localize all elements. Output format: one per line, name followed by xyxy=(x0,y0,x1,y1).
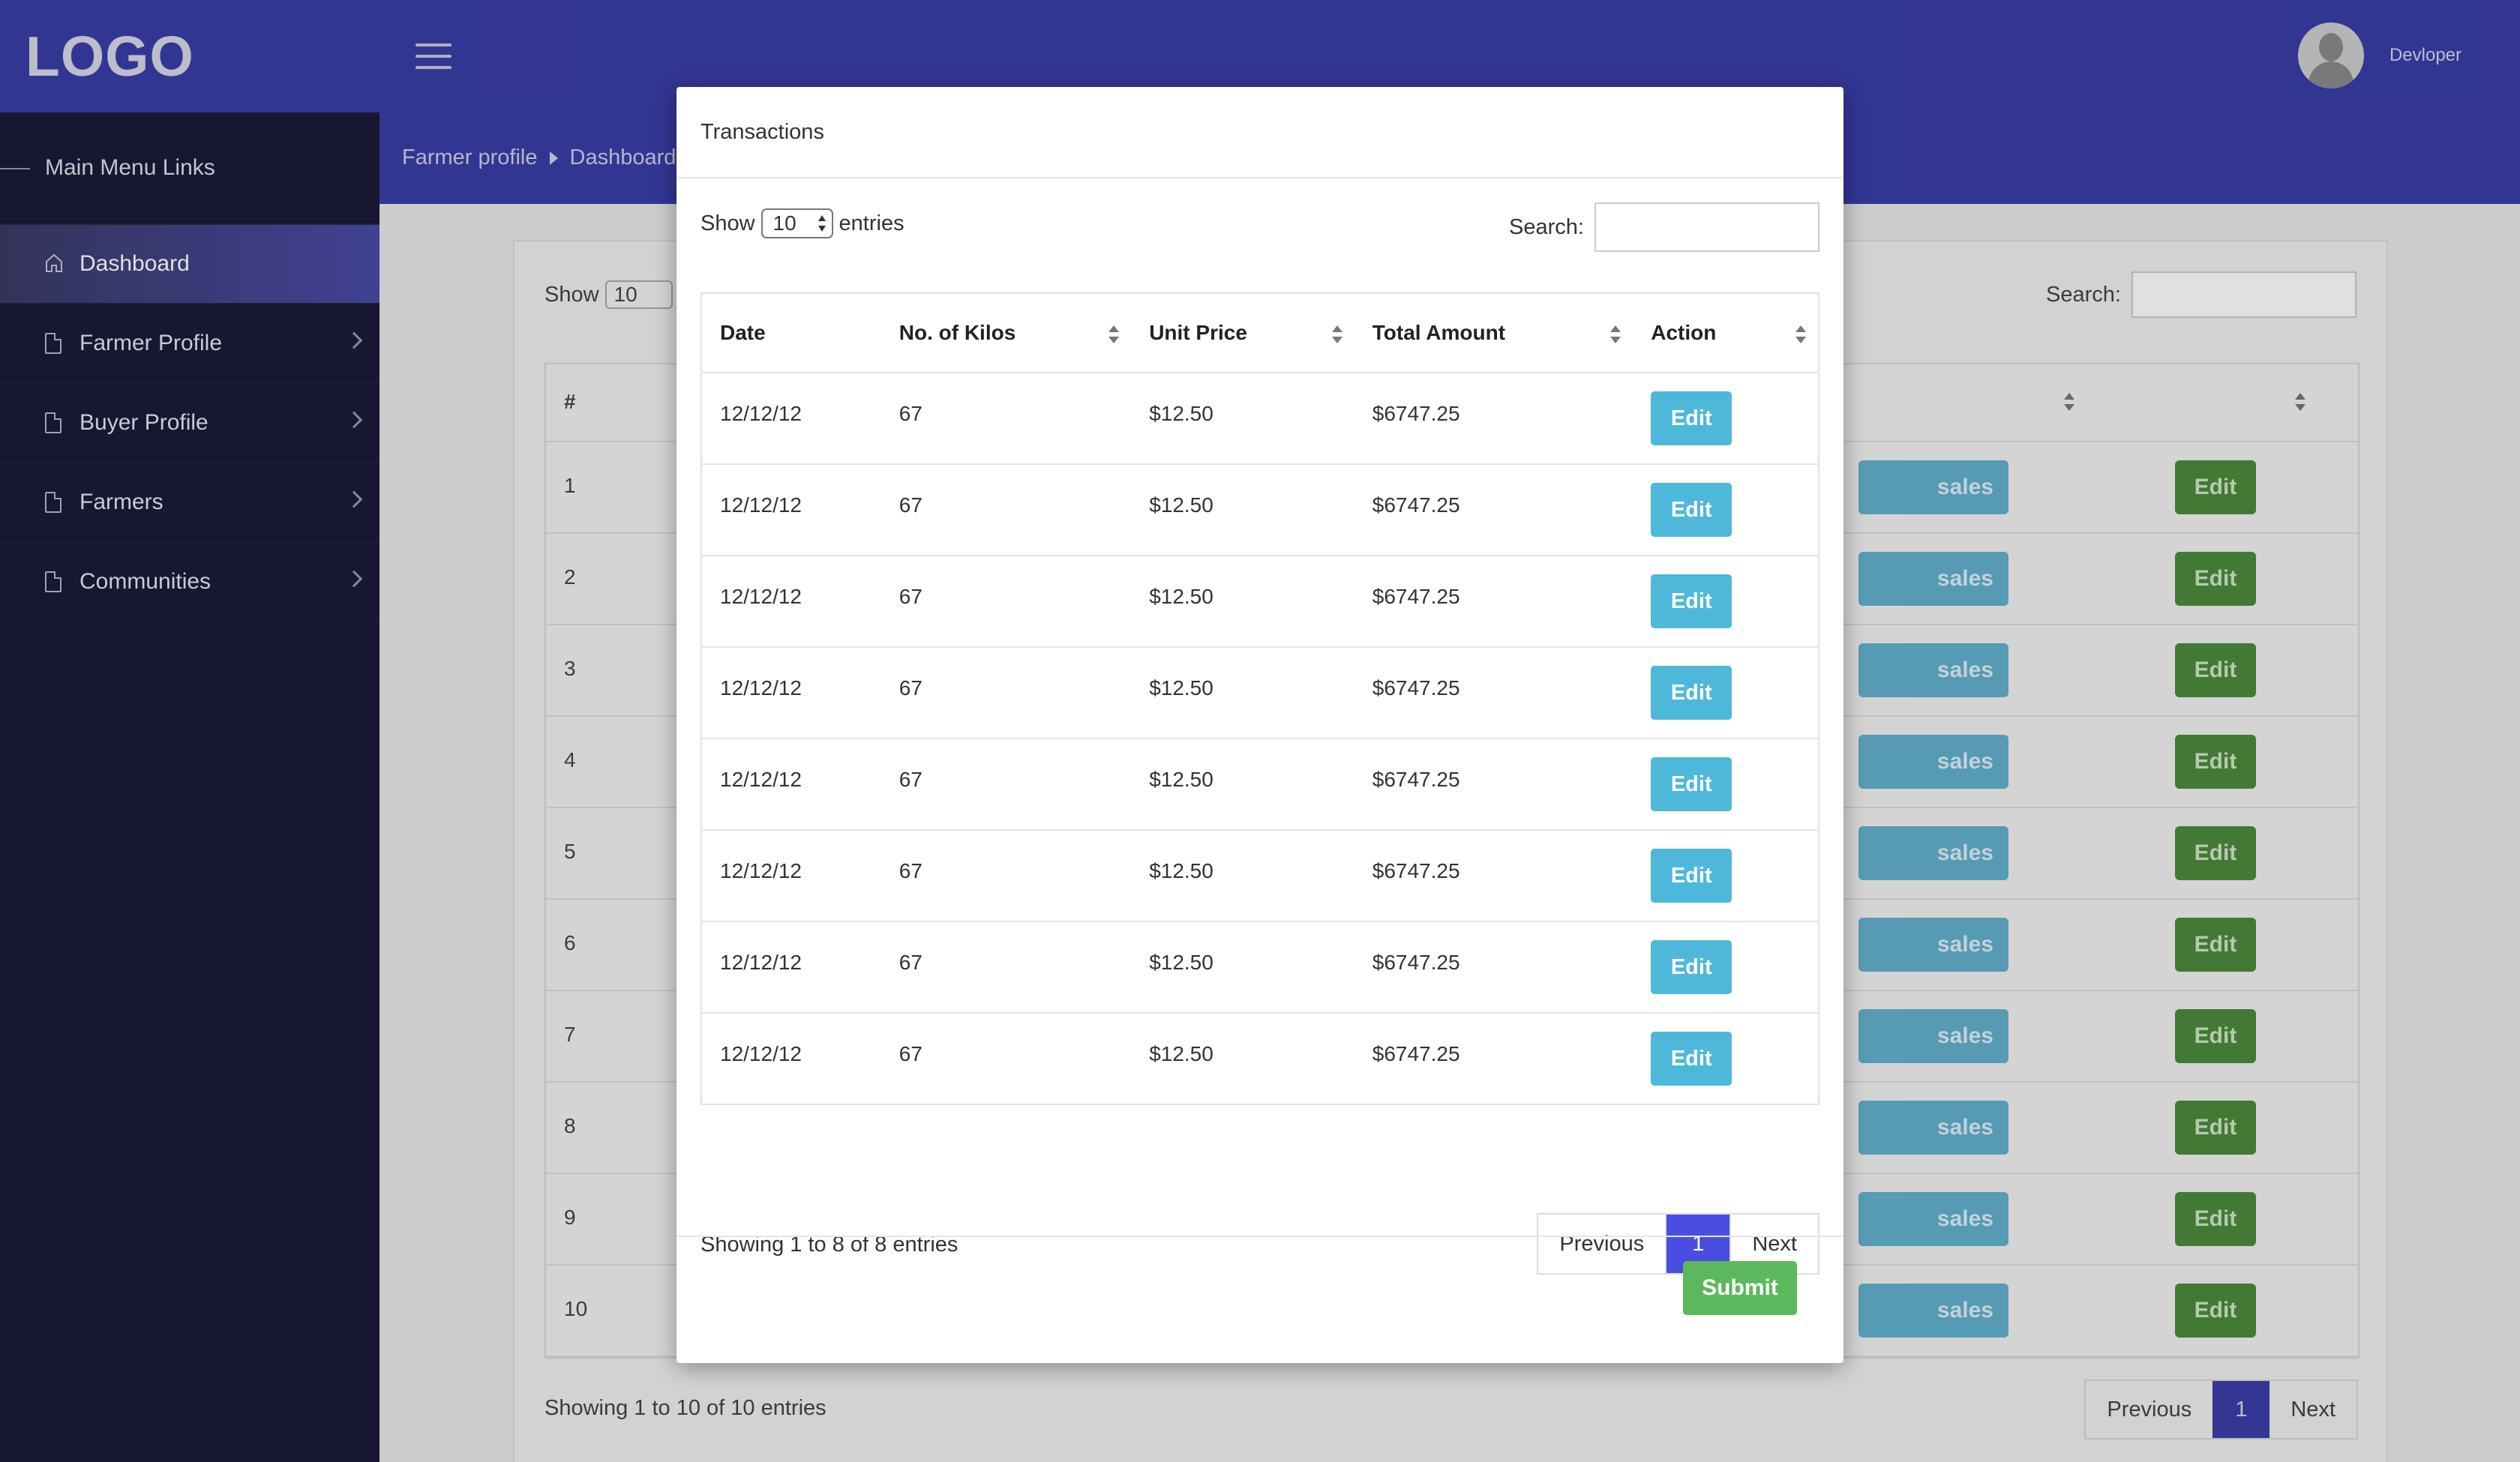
cell-action: Edit xyxy=(1633,647,1819,739)
cell-kilos: 67 xyxy=(880,647,1132,739)
table-row: 12/12/12 67 $12.50 $6747.25 Edit xyxy=(701,1013,1819,1105)
cell-action: Edit xyxy=(1633,921,1819,1014)
cell-action: Edit xyxy=(1633,464,1819,556)
table-header-row: Date No. of Kilos Unit Price Total Amount Ac… xyxy=(701,293,1819,373)
show-label: Show xyxy=(700,211,755,235)
table-row: 12/12/12 67 $12.50 $6747.25 Edit xyxy=(701,830,1819,922)
cell-unit-price: $12.50 xyxy=(1131,921,1354,1014)
cell-total: $6747.25 xyxy=(1354,556,1634,648)
column-header-date: Date xyxy=(701,293,881,373)
cell-unit-price: $12.50 xyxy=(1131,738,1354,831)
table-row: 12/12/12 67 $12.50 $6747.25 Edit xyxy=(701,738,1819,831)
table-row: 12/12/12 67 $12.50 $6747.25 Edit xyxy=(701,464,1819,556)
submit-button[interactable]: Submit xyxy=(1683,1261,1797,1315)
cell-action: Edit xyxy=(1633,556,1819,648)
cell-unit-price: $12.50 xyxy=(1131,1013,1354,1105)
cell-date: 12/12/12 xyxy=(701,921,881,1014)
transactions-table: Date No. of Kilos Unit Price Total Amount Ac… xyxy=(700,292,1820,1105)
edit-button[interactable]: Edit xyxy=(1651,757,1732,811)
column-header-action[interactable]: Action xyxy=(1633,293,1819,373)
edit-button[interactable]: Edit xyxy=(1651,1032,1732,1086)
edit-button[interactable]: Edit xyxy=(1651,940,1732,994)
sort-icon[interactable] xyxy=(1331,325,1342,343)
cell-kilos: 67 xyxy=(880,556,1132,648)
column-header-no-of-kilos[interactable]: No. of Kilos xyxy=(880,293,1132,373)
cell-total: $6747.25 xyxy=(1354,921,1634,1014)
table-controls: Show 10 entries Search: xyxy=(700,202,1820,255)
sort-icon[interactable] xyxy=(1610,325,1622,343)
table-row: 12/12/12 67 $12.50 $6747.25 Edit xyxy=(701,373,1819,465)
search-label: Search: xyxy=(1509,214,1584,239)
entries-length-select[interactable]: 10 xyxy=(760,208,833,238)
cell-date: 12/12/12 xyxy=(701,464,881,556)
cell-unit-price: $12.50 xyxy=(1131,373,1354,465)
cell-kilos: 67 xyxy=(880,921,1132,1014)
modal-title: Transactions xyxy=(700,119,824,144)
edit-button[interactable]: Edit xyxy=(1651,483,1732,537)
cell-kilos: 67 xyxy=(880,1013,1132,1105)
cell-date: 12/12/12 xyxy=(701,373,881,465)
cell-kilos: 67 xyxy=(880,464,1132,556)
cell-total: $6747.25 xyxy=(1354,830,1634,922)
search-control: Search: xyxy=(1509,202,1820,252)
cell-total: $6747.25 xyxy=(1354,738,1634,831)
cell-unit-price: $12.50 xyxy=(1131,556,1354,648)
entries-label: entries xyxy=(838,211,904,235)
cell-date: 12/12/12 xyxy=(701,738,881,831)
edit-button[interactable]: Edit xyxy=(1651,391,1732,445)
modal-header: Transactions xyxy=(676,87,1844,178)
cell-date: 12/12/12 xyxy=(701,556,881,648)
cell-kilos: 67 xyxy=(880,373,1132,465)
select-arrows-icon xyxy=(818,215,826,232)
column-header-total-amount[interactable]: Total Amount xyxy=(1354,293,1634,373)
search-input[interactable] xyxy=(1594,202,1820,252)
sort-icon[interactable] xyxy=(1108,325,1120,343)
cell-action: Edit xyxy=(1633,738,1819,831)
cell-date: 12/12/12 xyxy=(701,1013,881,1105)
cell-unit-price: $12.50 xyxy=(1131,464,1354,556)
cell-kilos: 67 xyxy=(880,830,1132,922)
column-header-unit-price[interactable]: Unit Price xyxy=(1131,293,1354,373)
modal-footer: Submit xyxy=(676,1236,1844,1363)
cell-date: 12/12/12 xyxy=(701,830,881,922)
cell-total: $6747.25 xyxy=(1354,647,1634,739)
cell-total: $6747.25 xyxy=(1354,373,1634,465)
cell-action: Edit xyxy=(1633,373,1819,465)
cell-total: $6747.25 xyxy=(1354,1013,1634,1105)
length-control: Show 10 entries xyxy=(700,208,904,238)
cell-action: Edit xyxy=(1633,1013,1819,1105)
sort-icon[interactable] xyxy=(1796,325,1806,343)
cell-date: 12/12/12 xyxy=(701,647,881,739)
cell-unit-price: $12.50 xyxy=(1131,830,1354,922)
cell-action: Edit xyxy=(1633,830,1819,922)
transactions-modal: Transactions Show 10 entries Search: Dat… xyxy=(676,87,1844,1363)
cell-kilos: 67 xyxy=(880,738,1132,831)
table-row: 12/12/12 67 $12.50 $6747.25 Edit xyxy=(701,647,1819,739)
cell-unit-price: $12.50 xyxy=(1131,647,1354,739)
table-row: 12/12/12 67 $12.50 $6747.25 Edit xyxy=(701,921,1819,1014)
edit-button[interactable]: Edit xyxy=(1651,574,1732,628)
table-row: 12/12/12 67 $12.50 $6747.25 Edit xyxy=(701,556,1819,648)
edit-button[interactable]: Edit xyxy=(1651,666,1732,720)
edit-button[interactable]: Edit xyxy=(1651,849,1732,903)
cell-total: $6747.25 xyxy=(1354,464,1634,556)
